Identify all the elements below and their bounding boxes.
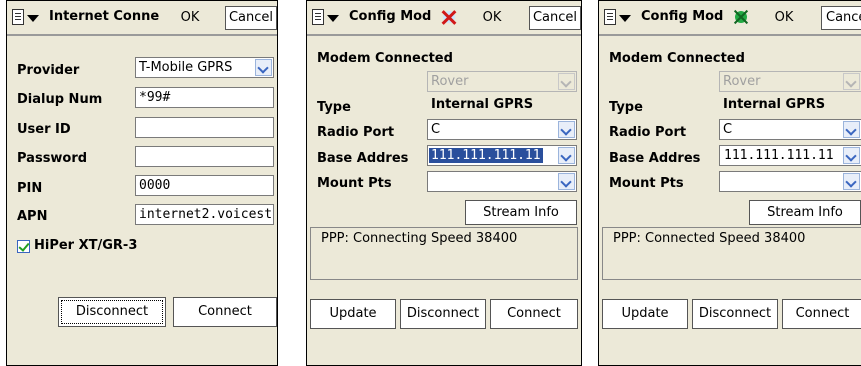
chevron-down-icon[interactable] [558,173,575,190]
window-title: Config Mod [641,9,724,24]
user-id-label: User ID [17,122,71,137]
chevron-down-icon[interactable] [843,173,860,190]
type-label: Type [317,100,351,115]
hiper-checkbox[interactable] [17,240,30,253]
provider-select[interactable]: T-Mobile GPRS [135,57,274,78]
chevron-down-icon[interactable] [255,59,272,76]
role-value: Rover [723,74,761,89]
title-separator [7,34,277,36]
document-icon [604,9,616,25]
role-value: Rover [431,74,469,89]
ok-button[interactable]: OK [167,6,213,30]
update-button[interactable]: Update [310,299,396,329]
modem-disconnected-icon [441,9,457,25]
config-modem-panel-connecting: Config Mod OK Cancel Modem Connected Rov… [306,0,582,366]
radio-port-select[interactable]: C [719,119,861,140]
cancel-button[interactable]: Cancel [529,6,581,30]
dropdown-arrow-icon [27,15,39,22]
status-panel: PPP: Connected Speed 38400 [602,227,861,280]
update-button[interactable]: Update [602,299,688,329]
disconnect-button[interactable]: Disconnect [400,299,486,329]
chevron-down-icon[interactable] [843,121,860,138]
status-text: PPP: Connected Speed 38400 [613,231,806,246]
connect-button[interactable]: Connect [173,297,277,327]
radio-port-value: C [723,122,733,137]
status-panel: PPP: Connecting Speed 38400 [310,227,578,280]
start-menu-button[interactable] [310,7,346,29]
role-select[interactable]: Rover [427,71,577,92]
base-address-value: 111.111.111.11 [724,148,834,163]
chevron-down-icon[interactable] [843,73,860,90]
base-address-label: Base Addres [317,151,409,166]
password-label: Password [17,151,88,166]
ok-button[interactable]: OK [463,6,521,30]
window-title: Config Mod [349,9,432,24]
ok-button[interactable]: OK [755,6,813,30]
title-bar: Config Mod OK Cancel [307,1,581,34]
apn-label: APN [17,209,48,224]
pin-input[interactable]: 0000 [135,175,274,196]
mount-pts-select[interactable] [719,171,861,192]
start-menu-button[interactable] [10,7,46,29]
radio-port-select[interactable]: C [427,119,577,140]
modem-connected-icon [733,9,749,25]
modem-connected-label: Modem Connected [609,51,745,66]
connect-button[interactable]: Connect [782,299,861,329]
start-menu-button[interactable] [602,7,638,29]
type-value: Internal GPRS [723,97,826,112]
title-separator [307,34,581,36]
stream-info-button[interactable]: Stream Info [465,200,577,225]
role-select[interactable]: Rover [719,71,861,92]
chevron-down-icon[interactable] [558,73,575,90]
title-bar: Config Mod OK Cance [599,1,861,34]
apn-input[interactable]: internet2.voicestr [135,204,274,225]
radio-port-value: C [431,122,441,137]
password-input[interactable] [135,146,274,167]
provider-label: Provider [17,63,80,78]
base-address-select[interactable]: 111.111.111.11 [427,145,577,166]
mount-pts-label: Mount Pts [609,176,684,191]
base-address-select[interactable]: 111.111.111.11 [719,145,861,166]
config-modem-panel-connected: Config Mod OK Cance Modem Connected Rove… [598,0,861,366]
document-icon [312,9,324,25]
cancel-button[interactable]: Cance [821,6,861,30]
chevron-down-icon[interactable] [558,121,575,138]
user-id-input[interactable] [135,117,274,138]
disconnect-button[interactable]: Disconnect [58,297,166,327]
mount-pts-label: Mount Pts [317,176,392,191]
connect-button[interactable]: Connect [490,299,578,329]
disconnect-button[interactable]: Disconnect [692,299,778,329]
chevron-down-icon[interactable] [558,147,575,164]
mount-pts-select[interactable] [427,171,577,192]
base-address-value: 111.111.111.11 [429,148,543,163]
title-separator [599,34,861,36]
status-text: PPP: Connecting Speed 38400 [321,231,518,246]
dropdown-arrow-icon [327,15,339,22]
title-bar: Internet Conne OK Cancel [7,1,277,34]
window-title: Internet Conne [49,9,160,24]
dialup-num-label: Dialup Num [17,92,103,107]
dropdown-arrow-icon [619,15,631,22]
radio-port-label: Radio Port [609,125,687,140]
modem-connected-label: Modem Connected [317,51,453,66]
base-address-label: Base Addres [609,151,701,166]
provider-value: T-Mobile GPRS [139,60,233,75]
radio-port-label: Radio Port [317,125,395,140]
cancel-button[interactable]: Cancel [225,6,277,30]
type-value: Internal GPRS [431,97,534,112]
stream-info-button[interactable]: Stream Info [749,200,861,225]
hiper-checkbox-label: HiPer XT/GR-3 [34,238,138,253]
dialup-num-input[interactable]: *99# [135,87,274,108]
chevron-down-icon[interactable] [843,147,860,164]
type-label: Type [609,100,643,115]
document-icon [12,9,24,25]
internet-connection-panel: Internet Conne OK Cancel Provider T-Mobi… [6,0,278,366]
pin-label: PIN [17,181,43,196]
